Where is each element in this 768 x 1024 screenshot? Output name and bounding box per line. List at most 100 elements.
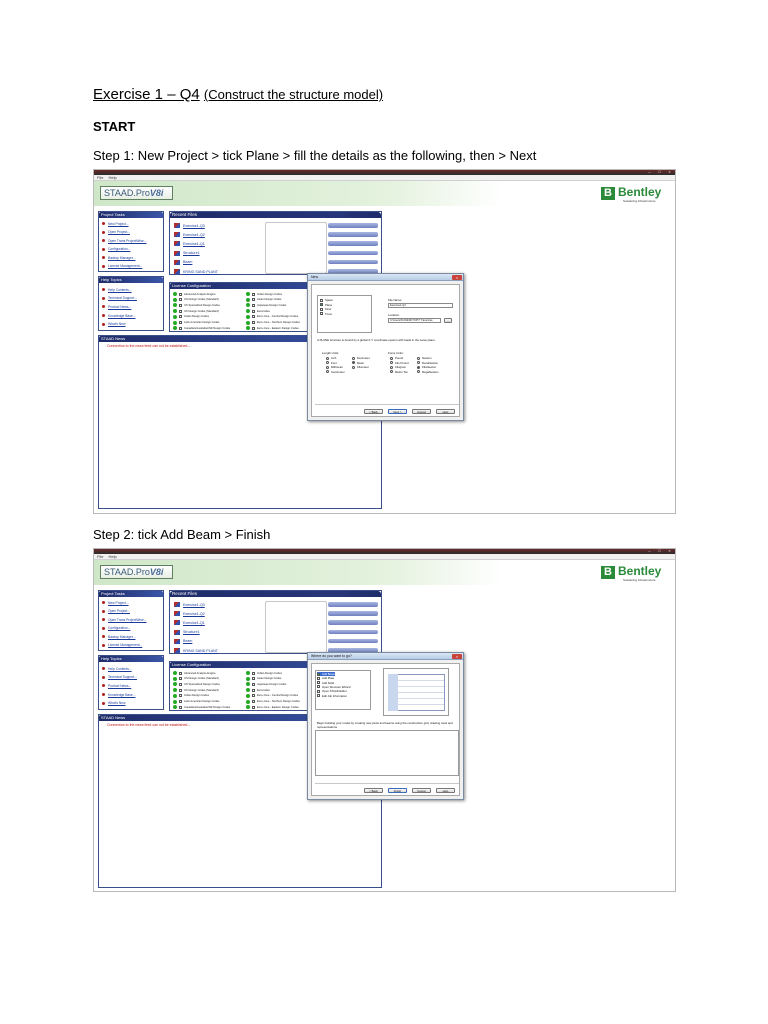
- help-topic-item[interactable]: Knowledge Base...: [99, 313, 163, 318]
- window-close-button[interactable]: ×: [666, 549, 673, 553]
- close-icon[interactable]: ×: [452, 654, 462, 659]
- recent-file-bar[interactable]: [328, 620, 378, 625]
- recent-file-bar[interactable]: [328, 602, 378, 607]
- license-checkbox[interactable]: [252, 671, 255, 675]
- license-item[interactable]: Advanced Analysis Engine: [173, 292, 216, 296]
- project-task-item[interactable]: Backup Manager...: [99, 634, 163, 639]
- project-task-item[interactable]: Backup Manager...: [99, 255, 163, 260]
- project-task-item[interactable]: License Management...: [99, 643, 163, 648]
- start-option-checkbox[interactable]: [317, 694, 320, 697]
- recent-file-item[interactable]: KRING SAND PLANT: [174, 648, 218, 653]
- force-unit-option[interactable]: Metric Ton: [390, 370, 408, 374]
- force-unit-radio[interactable]: [390, 361, 393, 365]
- force-unit-option[interactable]: Kilo Pound: [390, 361, 409, 365]
- license-item[interactable]: Euro-zone - Central Design Codes: [246, 314, 298, 319]
- license-checkbox[interactable]: [252, 688, 255, 692]
- force-unit-radio[interactable]: [390, 365, 393, 369]
- back-button[interactable]: < Back: [364, 409, 383, 414]
- recent-file-item[interactable]: Structure1: [174, 250, 200, 256]
- license-checkbox[interactable]: [179, 688, 182, 692]
- length-unit-option[interactable]: Decimeter: [352, 356, 370, 360]
- project-task-item[interactable]: Open Trans ProjectWise...: [99, 617, 163, 622]
- license-item[interactable]: UK Design Codes (Standard): [173, 309, 219, 314]
- structure-type-checkbox[interactable]: [320, 298, 323, 302]
- license-checkbox[interactable]: [179, 700, 182, 703]
- license-item[interactable]: Indian Design Codes: [246, 671, 282, 675]
- menu-file[interactable]: File: [97, 554, 103, 559]
- menu-file[interactable]: File: [97, 175, 103, 180]
- browse-button[interactable]: ...: [444, 318, 452, 323]
- license-item[interactable]: US Specialized Design Codes: [173, 682, 220, 687]
- license-item[interactable]: Latin American Design Codes: [173, 699, 219, 704]
- recent-file-item[interactable]: Exercise1-Q2: [174, 232, 205, 238]
- force-unit-radio[interactable]: [417, 365, 420, 369]
- help-topic-item[interactable]: Product News...: [99, 304, 163, 309]
- license-item[interactable]: US Design Codes (Standard): [173, 297, 219, 302]
- force-unit-option[interactable]: MegaNewton: [417, 370, 438, 374]
- length-unit-option[interactable]: Foot: [326, 361, 337, 365]
- license-item[interactable]: Advanced Analysis Engine: [173, 671, 216, 675]
- license-item[interactable]: Canadian/Australian/NZ Design Codes: [173, 705, 230, 710]
- recent-file-item[interactable]: Beam: [174, 259, 192, 265]
- recent-file-item[interactable]: Exercise1-Q3: [174, 602, 205, 607]
- finish-button[interactable]: Finish: [388, 788, 407, 793]
- force-unit-option[interactable]: Newton: [417, 356, 431, 360]
- project-task-item[interactable]: Open Trans ProjectWise...: [99, 238, 163, 243]
- recent-file-bar[interactable]: [328, 629, 378, 635]
- recent-file-bar[interactable]: [328, 638, 378, 644]
- help-button[interactable]: Help: [436, 788, 455, 793]
- license-item[interactable]: Japanese Design Codes: [246, 303, 286, 308]
- recent-file-item[interactable]: Beam: [174, 638, 192, 644]
- length-unit-radio[interactable]: [326, 365, 329, 369]
- start-option[interactable]: Edit Job Information: [317, 694, 347, 698]
- length-unit-option[interactable]: Inch: [326, 356, 336, 360]
- structure-type-checkbox[interactable]: [320, 307, 323, 311]
- license-checkbox[interactable]: [252, 315, 255, 319]
- length-unit-radio[interactable]: [326, 356, 329, 360]
- close-icon[interactable]: ×: [452, 275, 462, 280]
- license-checkbox[interactable]: [179, 292, 182, 296]
- license-checkbox[interactable]: [252, 326, 255, 330]
- license-checkbox[interactable]: [252, 303, 255, 307]
- recent-file-bar[interactable]: [328, 611, 378, 616]
- length-unit-option[interactable]: Meter: [352, 361, 364, 365]
- window-minimize-button[interactable]: –: [646, 549, 653, 553]
- license-item[interactable]: Euro-zone - Northern Design Codes: [246, 699, 300, 704]
- license-checkbox[interactable]: [179, 326, 182, 330]
- license-checkbox[interactable]: [179, 705, 182, 709]
- recent-file-item[interactable]: Exercise1-Q1: [174, 241, 205, 247]
- license-item[interactable]: Japanese Design Codes: [246, 682, 286, 687]
- license-item[interactable]: US Design Codes (Standard): [173, 676, 219, 681]
- recent-file-item[interactable]: Exercise1-Q3: [174, 223, 205, 228]
- recent-file-bar[interactable]: [328, 241, 378, 246]
- force-unit-radio[interactable]: [417, 361, 420, 365]
- force-unit-option[interactable]: DecaNewton: [417, 361, 438, 365]
- help-topic-item[interactable]: Technical Support...: [99, 296, 163, 301]
- recent-file-bar[interactable]: [328, 250, 378, 256]
- window-close-button[interactable]: ×: [666, 170, 673, 174]
- license-checkbox[interactable]: [252, 682, 255, 686]
- structure-type-plane[interactable]: Plane: [320, 303, 332, 307]
- recent-file-item[interactable]: Structure1: [174, 629, 200, 635]
- structure-type-space[interactable]: Space: [320, 298, 333, 302]
- project-task-item[interactable]: New Project...: [99, 600, 163, 605]
- license-item[interactable]: Canadian/Australian/NZ Design Codes: [173, 326, 230, 331]
- license-checkbox[interactable]: [179, 321, 182, 324]
- recent-file-item[interactable]: KRING SAND PLANT: [174, 269, 218, 274]
- project-task-item[interactable]: Open Project...: [99, 230, 163, 235]
- window-minimize-button[interactable]: –: [646, 170, 653, 174]
- license-item[interactable]: Indian Design Codes: [246, 292, 282, 296]
- license-item[interactable]: Asian Design Codes: [246, 676, 281, 681]
- help-topic-item[interactable]: Help Contents...: [99, 287, 163, 292]
- recent-file-bar[interactable]: [328, 232, 378, 237]
- license-item[interactable]: Eurocodes: [246, 309, 270, 314]
- start-option-checkbox[interactable]: [317, 685, 320, 689]
- window-maximize-button[interactable]: □: [656, 549, 663, 553]
- start-option-checkbox[interactable]: [317, 689, 320, 693]
- project-task-item[interactable]: Configuration...: [99, 247, 163, 252]
- menu-help[interactable]: Help: [108, 554, 116, 559]
- license-checkbox[interactable]: [252, 677, 255, 681]
- help-topic-item[interactable]: Help Contents...: [99, 666, 163, 671]
- license-checkbox[interactable]: [179, 694, 182, 698]
- length-unit-option[interactable]: Centimeter: [326, 370, 345, 374]
